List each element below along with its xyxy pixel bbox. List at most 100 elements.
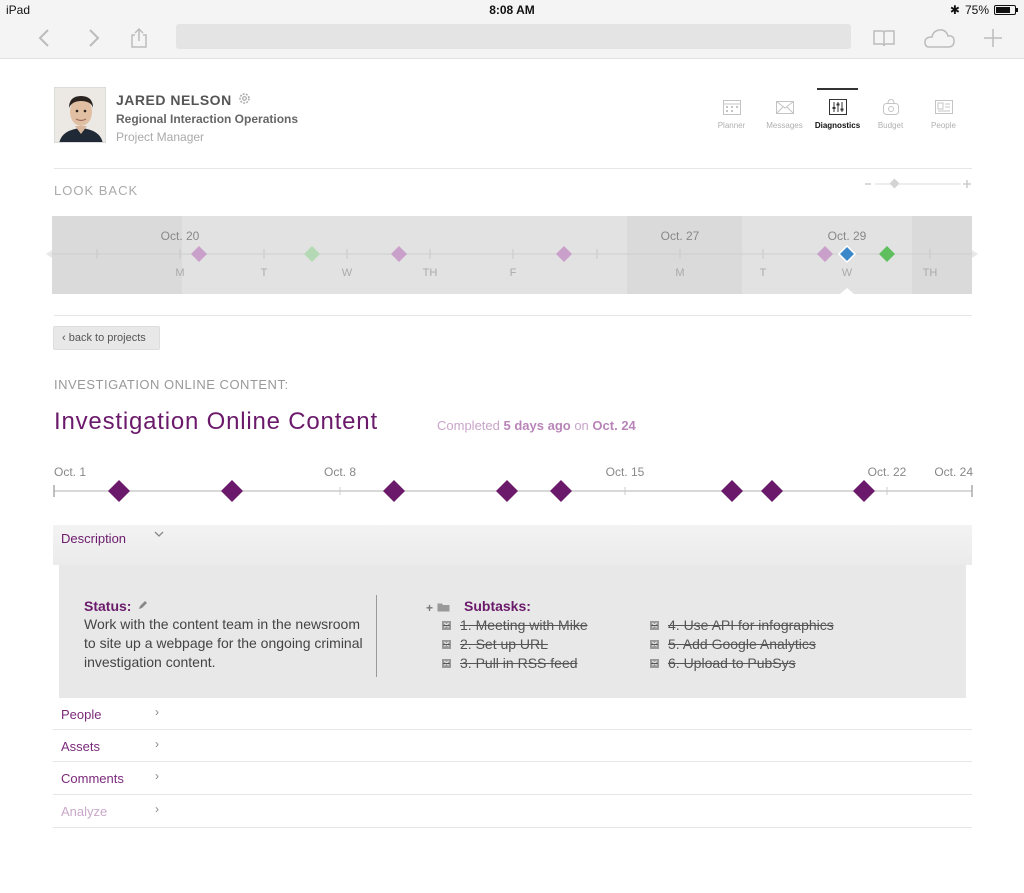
status-title-row: Status:: [84, 598, 148, 614]
project-date-label: Oct. 1: [54, 465, 86, 479]
project-milestone[interactable]: [221, 480, 243, 502]
battery-fill: [996, 7, 1010, 13]
address-bar[interactable]: [176, 24, 851, 49]
user-role: Project Manager: [116, 130, 205, 144]
remove-icon[interactable]: ✕: [442, 620, 451, 630]
milestone[interactable]: [191, 246, 207, 262]
lookback-date-1: Oct. 27: [661, 229, 700, 243]
nav-budget[interactable]: Budget: [864, 88, 917, 130]
back-arrow-icon[interactable]: [34, 26, 54, 50]
lookback-date-0: Oct. 20: [161, 229, 200, 243]
milestone[interactable]: [304, 246, 320, 262]
comments-accordion[interactable]: Comments ›: [53, 762, 972, 795]
new-tab-plus-icon[interactable]: [982, 26, 1004, 50]
user-name: JARED NELSON: [116, 92, 232, 108]
gear-icon[interactable]: [238, 92, 251, 108]
completed-ago: 5 days ago: [503, 418, 571, 433]
nav-label-people: People: [931, 121, 956, 130]
subtask-item[interactable]: ✕ 5. Add Google Analytics: [650, 636, 816, 652]
chevron-right-icon: ›: [155, 705, 159, 719]
bluetooth-icon: ✱: [949, 3, 960, 17]
project-milestone[interactable]: [496, 480, 518, 502]
day-label: TH: [423, 267, 438, 279]
nav-messages[interactable]: Messages: [758, 88, 811, 130]
analyze-accordion[interactable]: Analyze ›: [53, 795, 972, 828]
nav-planner[interactable]: Planner: [705, 88, 758, 130]
folder-icon[interactable]: [437, 599, 450, 617]
user-department: Regional Interaction Operations: [116, 112, 299, 126]
nav-label-messages: Messages: [766, 121, 803, 130]
day-label: T: [760, 267, 767, 279]
zoom-in-icon: [963, 180, 971, 188]
nav-label-planner: Planner: [717, 121, 746, 130]
section-label: INVESTIGATION ONLINE CONTENT:: [54, 377, 289, 392]
day-label: W: [842, 267, 853, 279]
project-milestone[interactable]: [108, 480, 130, 502]
remove-icon[interactable]: ✕: [650, 658, 659, 668]
lookback-timeline-track[interactable]: Oct. 20 Oct. 27 Oct. 29 M T W TH F M T W…: [0, 210, 1024, 320]
nav-people[interactable]: People: [917, 88, 970, 130]
remove-icon[interactable]: ✕: [442, 658, 451, 668]
zoom-handle: [889, 178, 900, 189]
status-right: ✱ 75%: [949, 3, 1018, 17]
selection-top-marker: [840, 210, 854, 216]
day-label: W: [342, 267, 353, 279]
subtask-label: 3. Pull in RSS feed: [460, 655, 578, 671]
completed-prefix: Completed: [437, 418, 500, 433]
back-to-projects-button[interactable]: ‹ back to projects: [53, 326, 160, 350]
day-label: F: [510, 267, 517, 279]
chevron-right-icon: ›: [155, 737, 159, 751]
sliders-icon: [828, 98, 848, 116]
status-title: Status:: [84, 598, 132, 614]
forward-arrow-icon[interactable]: [84, 26, 104, 50]
day-label: TH: [923, 267, 938, 279]
project-timeline[interactable]: Oct. 1 Oct. 8 Oct. 15 Oct. 22 Oct. 24: [0, 462, 1024, 512]
day-label: T: [261, 267, 268, 279]
page-title: Investigation Online Content: [54, 408, 378, 435]
project-milestone[interactable]: [853, 480, 875, 502]
description-divider: [376, 595, 377, 677]
project-milestone[interactable]: [721, 480, 743, 502]
remove-icon[interactable]: ✕: [650, 620, 659, 630]
app-nav: Planner Messages Diagnostics Budget Peop…: [705, 88, 970, 130]
people-accordion[interactable]: People ›: [53, 698, 972, 730]
nav-diagnostics[interactable]: Diagnostics: [811, 88, 864, 130]
project-milestone[interactable]: [383, 480, 405, 502]
milestone-selected[interactable]: [837, 244, 857, 264]
project-milestone[interactable]: [550, 480, 572, 502]
subtask-item[interactable]: ✕ 3. Pull in RSS feed: [442, 655, 578, 671]
bookmarks-icon[interactable]: [872, 26, 896, 50]
project-date-label: Oct. 24: [934, 465, 973, 479]
zoom-slider[interactable]: [863, 177, 973, 191]
project-milestone[interactable]: [761, 480, 783, 502]
assets-label: Assets: [61, 739, 101, 754]
subtask-item[interactable]: ✕ 1. Meeting with Mike: [442, 617, 588, 633]
milestone[interactable]: [391, 246, 407, 262]
timeline-right-arrow-icon: [972, 250, 978, 258]
lookback-date-2: Oct. 29: [828, 229, 867, 243]
analyze-label: Analyze: [61, 804, 108, 819]
battery-icon: [994, 5, 1018, 15]
subtask-label: 6. Upload to PubSys: [668, 655, 796, 671]
timeline-divider: [54, 315, 972, 316]
user-name-row: JARED NELSON: [116, 92, 251, 108]
subtask-item[interactable]: ✕ 4. Use API for infographics: [650, 617, 834, 633]
description-accordion-header[interactable]: Description: [53, 525, 972, 565]
subtask-item[interactable]: ✕ 6. Upload to PubSys: [650, 655, 796, 671]
header-divider: [54, 168, 972, 169]
remove-icon[interactable]: ✕: [442, 639, 451, 649]
assets-accordion[interactable]: Assets ›: [53, 730, 972, 762]
pencil-icon[interactable]: [137, 598, 148, 614]
share-icon[interactable]: [128, 26, 150, 50]
subtask-item[interactable]: ✕ 2. Set up URL: [442, 636, 548, 652]
milestone[interactable]: [556, 246, 572, 262]
milestone[interactable]: [817, 246, 833, 262]
cloud-icon[interactable]: [920, 26, 956, 50]
subtask-label: 5. Add Google Analytics: [668, 636, 816, 652]
chevron-right-icon: ›: [155, 769, 159, 783]
remove-icon[interactable]: ✕: [650, 639, 659, 649]
add-subtask-plus-icon[interactable]: +: [426, 601, 433, 615]
envelope-icon: [775, 98, 795, 116]
milestone[interactable]: [879, 246, 895, 262]
clock: 8:08 AM: [489, 3, 535, 17]
